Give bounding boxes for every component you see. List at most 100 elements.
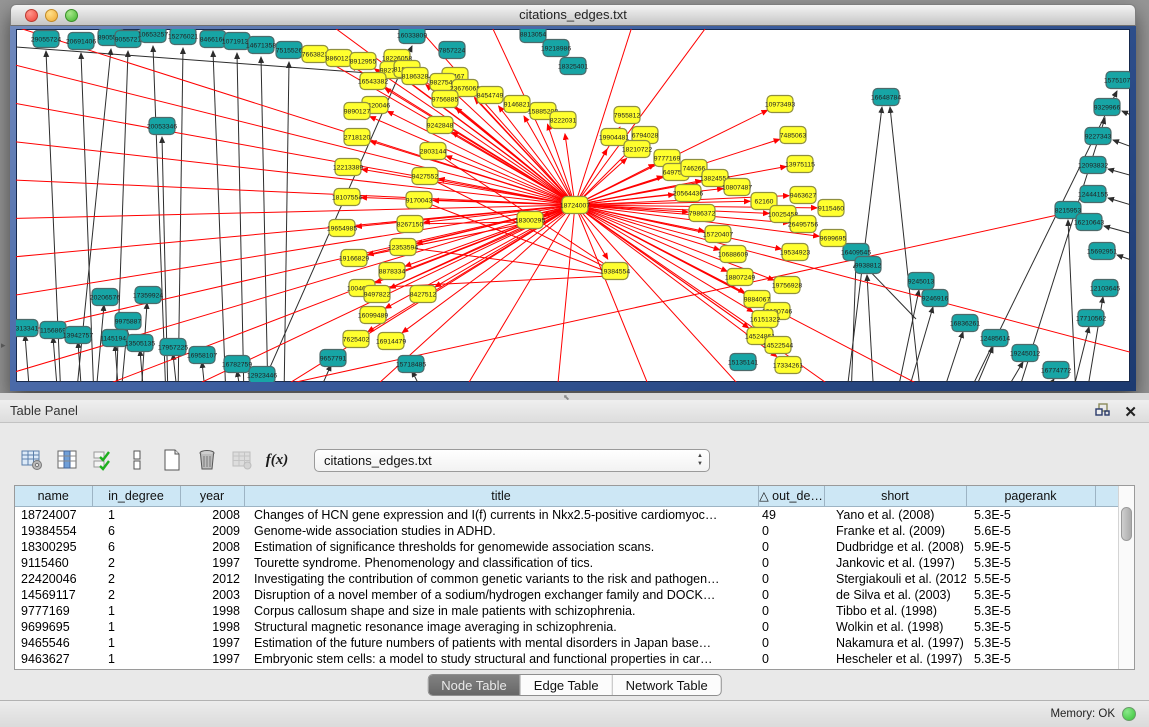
cell[interactable]: 2003: [180, 587, 244, 603]
graph-node-selected[interactable]: 9463627: [790, 187, 817, 204]
graph-node-teal[interactable]: 16958107: [187, 347, 217, 364]
graph-node-selected[interactable]: 9242848: [427, 117, 454, 134]
cell[interactable]: Tourette syndrome. Phenomenology and cla…: [244, 555, 758, 571]
red-edge-ray[interactable]: [575, 205, 656, 382]
cell[interactable]: 1: [92, 506, 180, 523]
graph-node-selected[interactable]: 7955812: [614, 107, 641, 124]
cell[interactable]: 9699695: [15, 619, 92, 635]
cell[interactable]: 1: [92, 603, 180, 619]
graph-node-selected[interactable]: 19166829: [339, 250, 369, 267]
cell[interactable]: 2012: [180, 571, 244, 587]
black-edge[interactable]: [1108, 169, 1130, 181]
red-edge-ray[interactable]: [575, 29, 716, 205]
graph-node-teal[interactable]: 10653257: [138, 29, 168, 43]
cell[interactable]: 0: [758, 635, 824, 651]
cell[interactable]: Disruption of a novel member of a sodium…: [244, 587, 758, 603]
black-edge[interactable]: [941, 332, 963, 382]
cell[interactable]: 5.3E-5: [966, 506, 1095, 523]
cell[interactable]: Yano et al. (2008): [824, 506, 966, 523]
tab-edge-table[interactable]: Edge Table: [520, 675, 612, 695]
graph-node-selected[interactable]: 9427552: [412, 168, 439, 185]
red-edge-ray[interactable]: [575, 205, 1130, 359]
graph-node-selected[interactable]: 8267150: [397, 216, 424, 233]
black-edge[interactable]: [213, 51, 226, 382]
float-window-icon[interactable]: [1095, 403, 1110, 422]
red-edge-ray[interactable]: [16, 139, 575, 205]
cell[interactable]: Stergiakouli et al. (2012): [824, 571, 966, 587]
black-edge[interactable]: [1001, 362, 1023, 382]
graph-node-teal[interactable]: 16836261: [950, 315, 980, 332]
cell[interactable]: 9777169: [15, 603, 92, 619]
red-edge[interactable]: [435, 205, 575, 287]
cell[interactable]: 0: [758, 539, 824, 555]
graph-node-teal[interactable]: 16648784: [871, 89, 901, 106]
cell[interactable]: 9115460: [15, 555, 92, 571]
graph-node-teal[interactable]: 20053346: [147, 118, 177, 135]
graph-node-teal[interactable]: 17359924: [133, 287, 163, 304]
cell[interactable]: 2: [92, 571, 180, 587]
cell[interactable]: 49: [758, 506, 824, 523]
graph-node-selected[interactable]: 2718120: [344, 129, 371, 146]
graph-node-selected[interactable]: 8427512: [410, 286, 437, 303]
black-edge[interactable]: [25, 335, 30, 382]
graph-node-teal[interactable]: 16774772: [1041, 362, 1071, 379]
network-canvas[interactable]: 2905572420691406890557390557211065325715…: [16, 29, 1130, 382]
column-header-in_degree[interactable]: in_degree: [92, 486, 180, 506]
red-edge[interactable]: [417, 205, 575, 244]
tab-network-table[interactable]: Network Table: [612, 675, 721, 695]
delete-table-icon[interactable]: [230, 448, 254, 472]
graph-node-selected[interactable]: 26495756: [788, 216, 818, 233]
graph-node-selected[interactable]: 19756928: [772, 277, 802, 294]
graph-node-selected[interactable]: 17334261: [773, 357, 803, 374]
graph-node-selected[interactable]: 12353594: [388, 239, 418, 256]
cell[interactable]: 5.9E-5: [966, 539, 1095, 555]
graph-node-teal[interactable]: 9245013: [908, 273, 935, 290]
cell[interactable]: Estimation of the future numbers of pati…: [244, 635, 758, 651]
cell[interactable]: 5.3E-5: [966, 555, 1095, 571]
cell[interactable]: 0: [758, 603, 824, 619]
graph-node-selected[interactable]: 7625402: [343, 331, 370, 348]
black-edge[interactable]: [867, 275, 874, 382]
table-row[interactable]: 2242004622012Investigating the contribut…: [15, 571, 1119, 587]
graph-node-selected[interactable]: 7485063: [780, 127, 807, 144]
graph-node-selected[interactable]: 8860123: [326, 50, 353, 67]
cell[interactable]: Dudbridge et al. (2008): [824, 539, 966, 555]
panel-divider[interactable]: ⬉: [0, 393, 1149, 400]
graph-node-teal[interactable]: 18325401: [558, 58, 588, 75]
citation-network-graph[interactable]: 2905572420691406890557390557211065325715…: [16, 29, 1130, 382]
graph-node-selected[interactable]: 8878334: [379, 263, 406, 280]
graph-node-teal[interactable]: 9329966: [1094, 99, 1121, 116]
graph-node-selected[interactable]: 19654985: [327, 220, 357, 237]
graph-node-teal[interactable]: 16210643: [1074, 214, 1104, 231]
delete-column-icon[interactable]: [195, 448, 219, 472]
table-row[interactable]: 1830029562008Estimation of significance …: [15, 539, 1119, 555]
network-view-window[interactable]: citations_edges.txt 29055724206914068905…: [10, 4, 1136, 391]
graph-node-selected[interactable]: 9699695: [820, 230, 847, 247]
cell[interactable]: 22420046: [15, 571, 92, 587]
graph-node-teal[interactable]: 15276021: [168, 29, 198, 45]
graph-node-teal[interactable]: 12093832: [1078, 157, 1108, 174]
cell[interactable]: 1998: [180, 603, 244, 619]
cell[interactable]: Investigating the contribution of common…: [244, 571, 758, 587]
cell[interactable]: 5.3E-5: [966, 651, 1095, 667]
graph-node-selected[interactable]: 16151322: [750, 311, 780, 328]
graph-node-selected[interactable]: 9497822: [364, 286, 391, 303]
graph-node-teal[interactable]: 9246916: [922, 290, 949, 307]
graph-node-teal[interactable]: 9975887: [115, 313, 142, 330]
graph-node-selected[interactable]: 7663822: [302, 46, 329, 63]
graph-node-teal[interactable]: 17957225: [158, 339, 188, 356]
red-edge-ray[interactable]: [16, 59, 575, 205]
cell[interactable]: 5.3E-5: [966, 619, 1095, 635]
table-selector-dropdown[interactable]: citations_edges.txt ▲▼: [314, 449, 710, 472]
panel-collapse-arrow-icon[interactable]: ▸: [1, 340, 6, 351]
cell[interactable]: 18300295: [15, 539, 92, 555]
graph-node-selected[interactable]: 9115460: [818, 200, 844, 217]
graph-node-selected[interactable]: 16914479: [376, 333, 406, 350]
graph-node-teal[interactable]: 14671358: [246, 37, 276, 54]
black-edge[interactable]: [1113, 140, 1130, 154]
black-edge[interactable]: [1041, 379, 1054, 382]
scrollbar-thumb[interactable]: [1121, 507, 1132, 541]
cell[interactable]: Tibbo et al. (1998): [824, 603, 966, 619]
graph-node-selected[interactable]: 19384554: [600, 263, 630, 280]
red-edge-ray[interactable]: [16, 179, 575, 205]
